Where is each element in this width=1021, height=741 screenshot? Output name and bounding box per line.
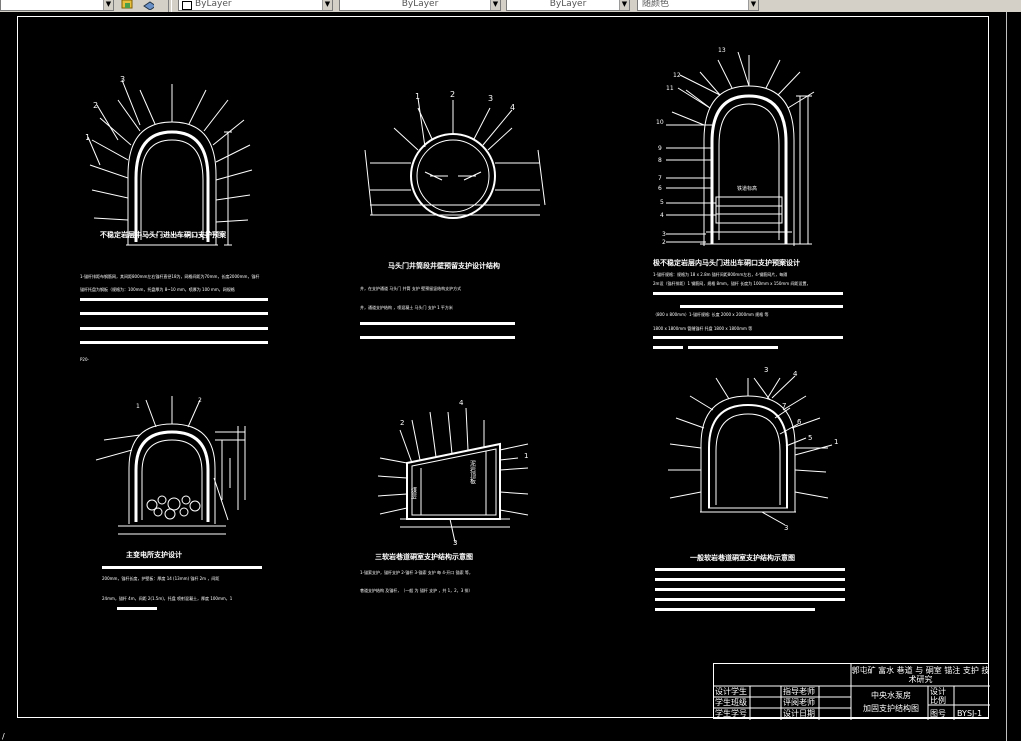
figure1-caption-line1: 1-锚杆排距布钢筋网，其间距800mm左右锚杆直径18为，网格间距为70mm，长… [80,273,259,279]
figure6-label-1: 1 [834,438,838,446]
figure5-label-2: 2 [400,419,404,427]
figure1-label-3: 3 [120,75,125,84]
figure3-label-6: 6 [658,185,662,192]
figure6-label-5: 5 [808,434,812,442]
figure2-label-1: 1 [415,92,420,101]
figure2-caption-bars [360,322,515,339]
figure3-label-10: 10 [656,119,664,126]
label-drawing-number: 图号 [930,709,946,718]
figure5-label-3: 3 [453,539,457,547]
figure3-label-9: 9 [658,145,662,152]
figure3-title: 极不稳定岩层内马头门进出车硐口支护预案设计 [653,258,800,267]
figure1-note: P20- [80,357,90,362]
figure4-caption-line1: 200mm，锚杆长度，护壁板：厚度 14 (13mm) 锚杆 2m ，间距 [102,575,219,581]
figure6-label-4: 4 [793,370,798,378]
figure1-label-2: 2 [93,101,98,110]
figure4-substation-section [95,396,246,535]
figure6-label-6: 6 [797,418,802,426]
figure6-label-7: 7 [782,402,786,410]
label-reviewer: 评阅老师 [783,698,815,707]
crosshair-cursor: / [2,732,5,741]
label-design-date: 设计日期 [783,709,815,718]
figure3-label-3: 3 [662,231,666,238]
figure3-caption-line3: （800 x 800mm）1-锚杆规格: 长度 2000 x 2000mm 规格… [653,311,768,317]
figure3-caption-bars [653,292,843,349]
figure2-caption-line1: 井，在支护通道 马头门 井筒 支护 壁预留竖结构支护方式 [360,285,461,291]
drawing-name-line2: 加固支护结构图 [863,704,919,713]
figure5-inner-left: 煤层 [410,486,417,500]
figure3-label-8: 8 [658,157,662,164]
figure4-caption-bars [102,566,262,610]
project-title: 郭屯矿 富水 巷道 与 硐室 锚注 支护 技术研究 [851,666,990,684]
figure2-title: 马头门井筒段井壁预留支护设计结构 [388,261,500,270]
label-advisor: 指导老师 [783,687,815,696]
figure3-label-7: 7 [658,175,662,182]
figure3-label-5: 5 [660,199,664,206]
drawing-number-value: BYSJ-1 [957,709,983,718]
drawing-name-line1: 中央水泵房 [871,691,911,700]
label-scale: 比例 [930,696,946,705]
figure3-label-11: 11 [666,85,674,92]
figure5-inner-right: 泥岩顶板 [469,459,476,485]
figure6-label-3b: 3 [784,524,788,532]
figure1-caption-bars [80,298,268,344]
figure5-softrock-section [377,407,529,543]
figure6-label-3a: 3 [764,366,768,374]
figure4-caption-line2: 24mm，锚杆 4m，间距 2(1.5m)，托盘 喷射混凝土，厚度 100mm，… [102,595,233,601]
figure6-title: 一般软岩巷道硐室支护结构示意图 [690,553,795,562]
figure2-caption-line2: 井，通道支护结构 ，喷混凝土 马头门 支护 1 平方米 [360,304,453,310]
figure5-label-1: 1 [524,452,528,460]
figure3-label-2: 2 [662,239,666,246]
figure3-caption-line2: 2m设（锚杆排距）1 钢筋网，规格 8mm，锚杆 长度为 100mm x 150… [653,280,810,286]
figure4-title: 主变电所支护设计 [126,550,182,559]
figure5-caption-line2: 巷道支护结构 及锚杆，（一般 为 锚杆 支护 ，共 1，2，3 排） [360,587,473,593]
label-design-student: 设计学生 [715,687,747,696]
label-student-class: 学生班级 [715,698,747,707]
figure3-caption-line1: 1-锚杆规格：规格为 18 x 2.8m 锚杆间距800mm左右，4-钢筋网片，… [653,271,787,277]
figure1-title: 不稳定岩层中马头门进出车硐口支护预案 [100,230,227,239]
figure2-label-4: 4 [510,103,515,112]
figure2-label-2: 2 [450,90,455,99]
figure3-label-13: 13 [718,47,726,54]
figure4-label-2: 2 [198,397,202,404]
figure3-label-4: 4 [660,212,664,219]
figure1-label-1: 1 [85,133,90,142]
figure6-general-section [668,375,833,526]
figure3-tunnel-section [666,51,815,246]
figure4-label-1: 1 [136,403,140,410]
label-student-id: 学生学号 [715,709,747,718]
figure5-caption-line1: 1-锚索支护，锚杆支护 2-锚杆 3-锚索 支护 每 4-开口 锚索 等， [360,569,473,575]
figure3-label-12: 12 [673,72,681,79]
title-block: 郭屯矿 富水 巷道 与 硐室 锚注 支护 技术研究 中央水泵房 加固支护结构图 … [713,663,990,720]
figure5-label-4: 4 [459,399,464,407]
figure1-caption-line2: 锚杆托盘为钢板（规格为：100mm，托盘厚为 8~10 mm，喷厚为 100 m… [80,286,235,292]
drawing-graphics: 不稳定岩层中马头门进出车硐口支护预案 1-锚杆排距布钢筋网，其间距800mm左右… [80,47,845,611]
figure2-label-3: 3 [488,94,493,103]
figure2-shaft-section [364,97,546,219]
figure5-title: 三软岩巷道硐室支护结构示意图 [375,552,473,561]
figure1-tunnel-section [87,79,253,246]
figure6-caption-bars [655,568,845,611]
figure3-inner-label: 铁道标高 [737,185,757,192]
figure3-caption-line4: 1800 x 1800mm 管缝锚杆 托盘 1800 x 1800mm 等 [653,325,752,331]
